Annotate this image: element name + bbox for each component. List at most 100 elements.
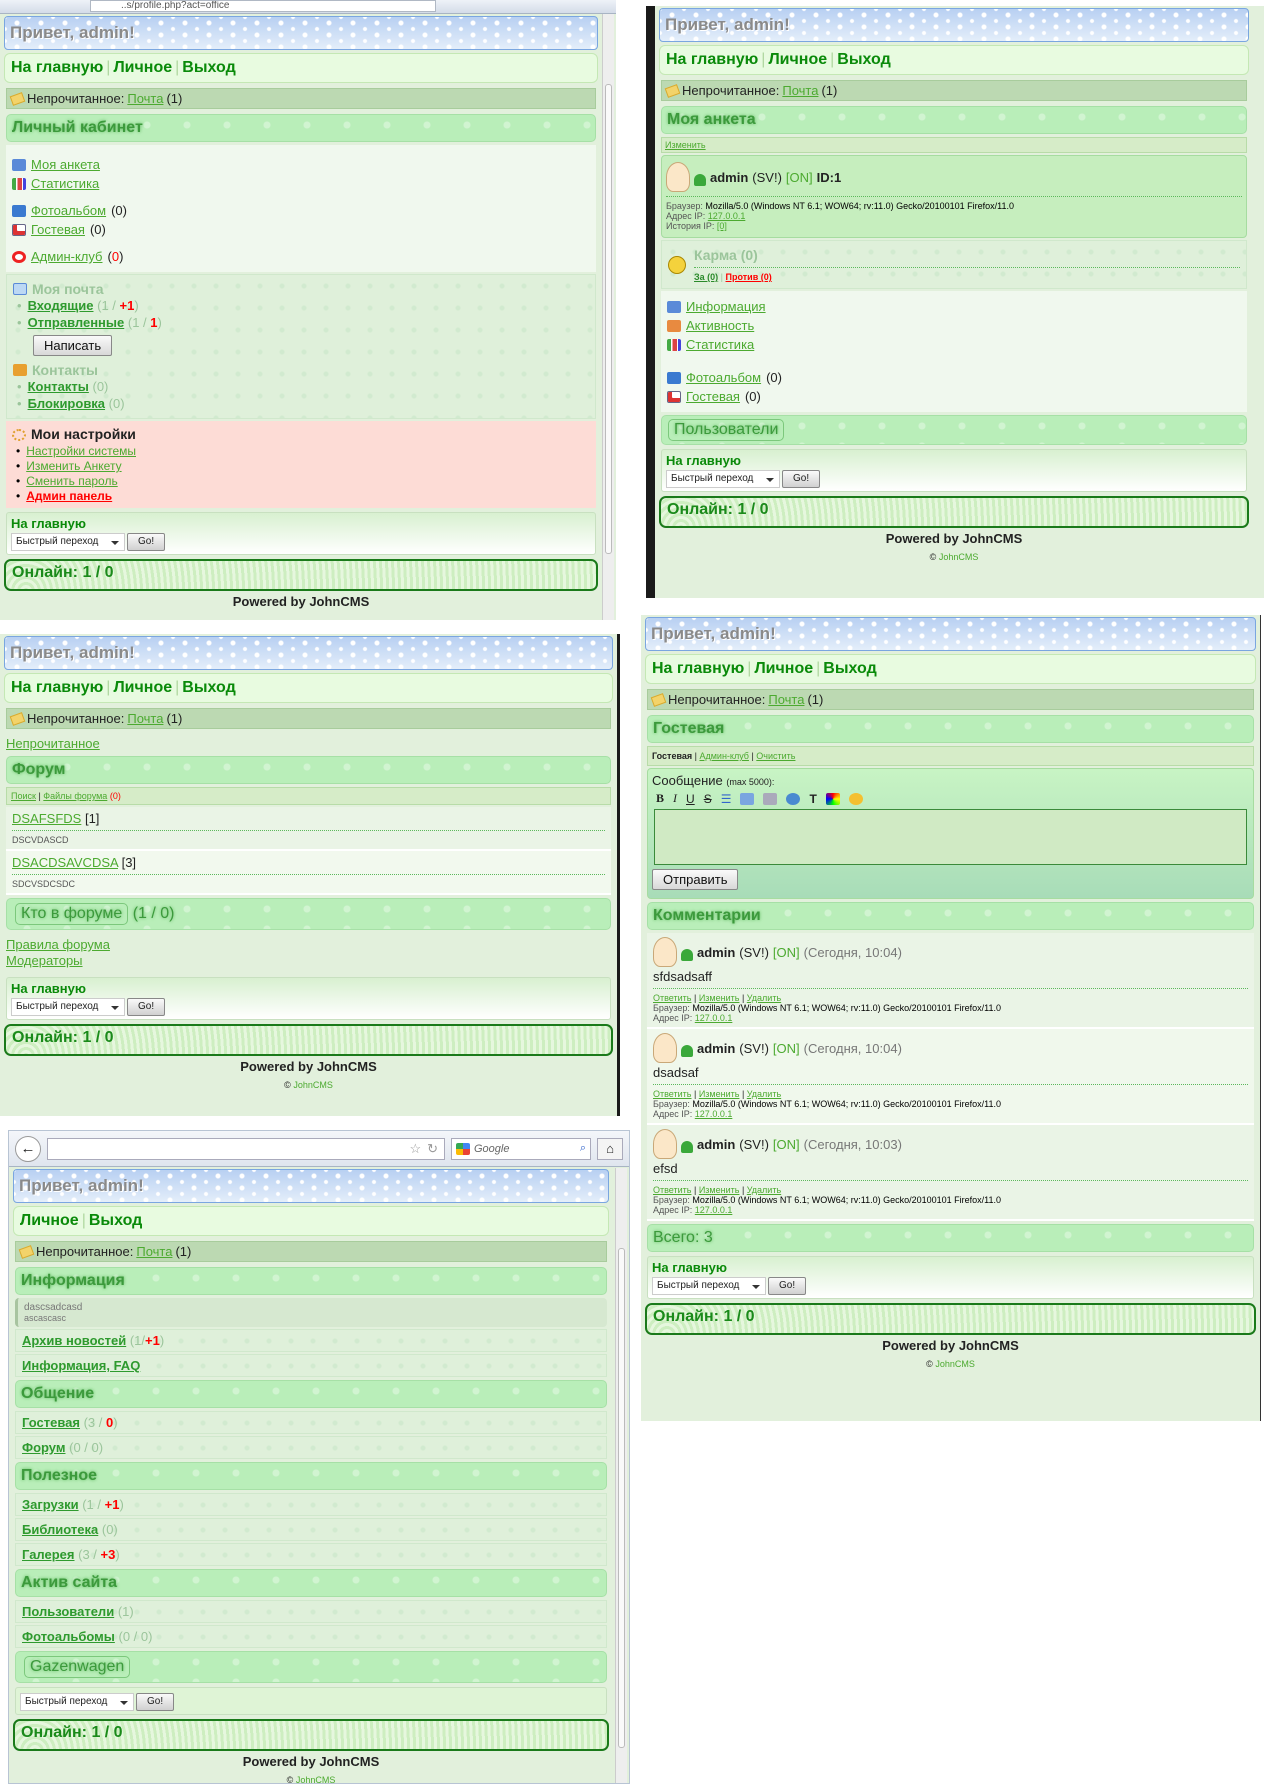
johncms-link[interactable]: JohnCMS [293, 1080, 333, 1090]
topic-row[interactable]: DSAFSFDS [1] DSCVDASCD [6, 807, 611, 851]
text-color-icon[interactable]: T [809, 792, 816, 806]
nav-exit-link[interactable]: Выход [837, 51, 890, 68]
downloads-new-link[interactable]: +1 [105, 1497, 120, 1512]
go-button[interactable]: Go! [136, 1693, 175, 1711]
tab-guestbook[interactable]: Гостевая [652, 751, 692, 761]
users-link[interactable]: Пользователи [22, 1604, 114, 1619]
nav-personal-link[interactable]: Личное [20, 1212, 79, 1229]
edit-link[interactable]: Изменить [699, 1185, 740, 1195]
go-button[interactable]: Go! [127, 533, 166, 551]
nav-exit-link[interactable]: Выход [182, 59, 235, 76]
menu-item-guestbook[interactable]: Гостевая (0) [12, 220, 590, 239]
menu-link[interactable]: Статистика [31, 174, 99, 193]
delete-link[interactable]: Удалить [747, 993, 781, 1003]
sent-link[interactable]: Отправленные [28, 315, 125, 330]
contacts-link[interactable]: Контакты [28, 379, 89, 394]
guestbook-link[interactable]: Гостевая [22, 1415, 80, 1430]
link-globe-icon[interactable] [786, 792, 801, 805]
unread-mail-link[interactable]: Почта [127, 711, 163, 726]
nav-personal-link[interactable]: Личное [113, 679, 172, 696]
go-button[interactable]: Go! [782, 470, 821, 488]
edit-profile-link[interactable]: Изменить [665, 140, 706, 150]
nav-personal-link[interactable]: Личное [768, 51, 827, 68]
scrollbar[interactable] [602, 14, 614, 620]
address-bar[interactable]: ☆ ↻ [47, 1137, 445, 1160]
menu-item-profile[interactable]: Моя анкета [12, 155, 590, 174]
moderators-link[interactable]: Модераторы [6, 953, 83, 968]
nav-home-link[interactable]: На главную [11, 59, 103, 76]
quote-icon[interactable] [740, 792, 755, 805]
author-link[interactable]: admin [697, 1041, 735, 1056]
news-archive-link[interactable]: Архив новостей [22, 1333, 126, 1348]
admin-panel-link[interactable]: Админ панель [26, 489, 112, 503]
guestbook-link[interactable]: Гостевая [686, 387, 740, 406]
underline-icon[interactable]: U [686, 792, 695, 806]
nav-home-link[interactable]: На главную [666, 51, 758, 68]
johncms-link[interactable]: JohnCMS [939, 552, 979, 562]
forum-link[interactable]: Форум [22, 1440, 65, 1455]
unread-mail-link[interactable]: Почта [768, 692, 804, 707]
scrollbar[interactable] [615, 1168, 627, 1783]
nav-exit-link[interactable]: Выход [182, 679, 235, 696]
quick-jump-select[interactable]: Быстрый переход [11, 533, 125, 551]
quick-jump-select[interactable]: Быстрый переход [666, 470, 780, 488]
tab-admin-club[interactable]: Админ-клуб [699, 751, 748, 761]
quick-home-link[interactable]: На главную [652, 1260, 1249, 1275]
nav-exit-link[interactable]: Выход [823, 660, 876, 677]
johncms-link[interactable]: JohnCMS [296, 1775, 336, 1783]
delete-link[interactable]: Удалить [747, 1089, 781, 1099]
write-button[interactable]: Написать [33, 335, 113, 356]
reload-icon[interactable]: ↻ [427, 1141, 438, 1157]
activity-link[interactable]: Активность [686, 316, 754, 335]
menu-link[interactable]: Моя анкета [31, 155, 100, 174]
faq-link[interactable]: Информация, FAQ [22, 1358, 140, 1373]
ip-link[interactable]: 127.0.0.1 [708, 211, 746, 221]
johncms-link[interactable]: JohnCMS [935, 1359, 975, 1369]
change-password-link[interactable]: Сменить пароль [26, 474, 118, 488]
menu-link[interactable]: Гостевая [31, 220, 85, 239]
reply-link[interactable]: Ответить [653, 993, 691, 1003]
nav-personal-link[interactable]: Личное [754, 660, 813, 677]
nav-home-link[interactable]: На главную [11, 679, 103, 696]
list-icon[interactable]: ☰ [721, 792, 732, 806]
karma-for-link[interactable]: За (0) [694, 272, 718, 282]
karma-against-link[interactable]: Против (0) [726, 272, 772, 282]
stats-link[interactable]: Статистика [686, 335, 754, 354]
topic-row[interactable]: DSACDSAVCDSA [3] SDCVSDCSDC [6, 851, 611, 895]
message-textarea[interactable] [654, 809, 1247, 865]
ip-link[interactable]: 127.0.0.1 [695, 1205, 733, 1215]
nav-exit-link[interactable]: Выход [89, 1212, 142, 1229]
quick-jump-select[interactable]: Быстрый переход [652, 1277, 766, 1295]
italic-icon[interactable]: I [673, 791, 677, 806]
reply-link[interactable]: Ответить [653, 1185, 691, 1195]
edit-link[interactable]: Изменить [699, 1089, 740, 1099]
delete-link[interactable]: Удалить [747, 1185, 781, 1195]
ip-history-link[interactable]: [0] [717, 221, 727, 231]
menu-link[interactable]: Фотоальбом [31, 201, 106, 220]
menu-item-photo[interactable]: Фотоальбом (0) [12, 201, 590, 220]
blocklist-link[interactable]: Блокировка [28, 396, 105, 411]
info-link[interactable]: Информация [686, 297, 766, 316]
nav-personal-link[interactable]: Личное [113, 59, 172, 76]
users-button[interactable]: Пользователи [668, 419, 785, 441]
photo-link[interactable]: Фотоальбом [686, 368, 761, 387]
ip-link[interactable]: 127.0.0.1 [695, 1109, 733, 1119]
quick-home-link[interactable]: На главную [666, 453, 1242, 468]
quick-jump-select[interactable]: Быстрый переход [11, 998, 125, 1016]
forum-search-link[interactable]: Поиск [11, 791, 36, 801]
search-box[interactable]: Google ⌕ [451, 1137, 591, 1160]
gallery-new-link[interactable]: +3 [101, 1547, 116, 1562]
photo-albums-link[interactable]: Фотоальбомы [22, 1629, 115, 1644]
system-settings-link[interactable]: Настройки системы [26, 444, 136, 458]
strike-icon[interactable]: S [704, 792, 712, 806]
edit-link[interactable]: Изменить [699, 993, 740, 1003]
go-button[interactable]: Go! [127, 998, 166, 1016]
menu-link[interactable]: Админ-клуб [31, 247, 102, 266]
nav-home-link[interactable]: На главную [652, 660, 744, 677]
home-button[interactable]: ⌂ [597, 1137, 623, 1160]
smiley-icon[interactable] [848, 792, 863, 805]
forum-rules-link[interactable]: Правила форума [6, 937, 110, 952]
quick-jump-select[interactable]: Быстрый переход [20, 1693, 134, 1711]
clear-link[interactable]: Очистить [756, 751, 795, 761]
inbox-new-link[interactable]: +1 [120, 298, 135, 313]
